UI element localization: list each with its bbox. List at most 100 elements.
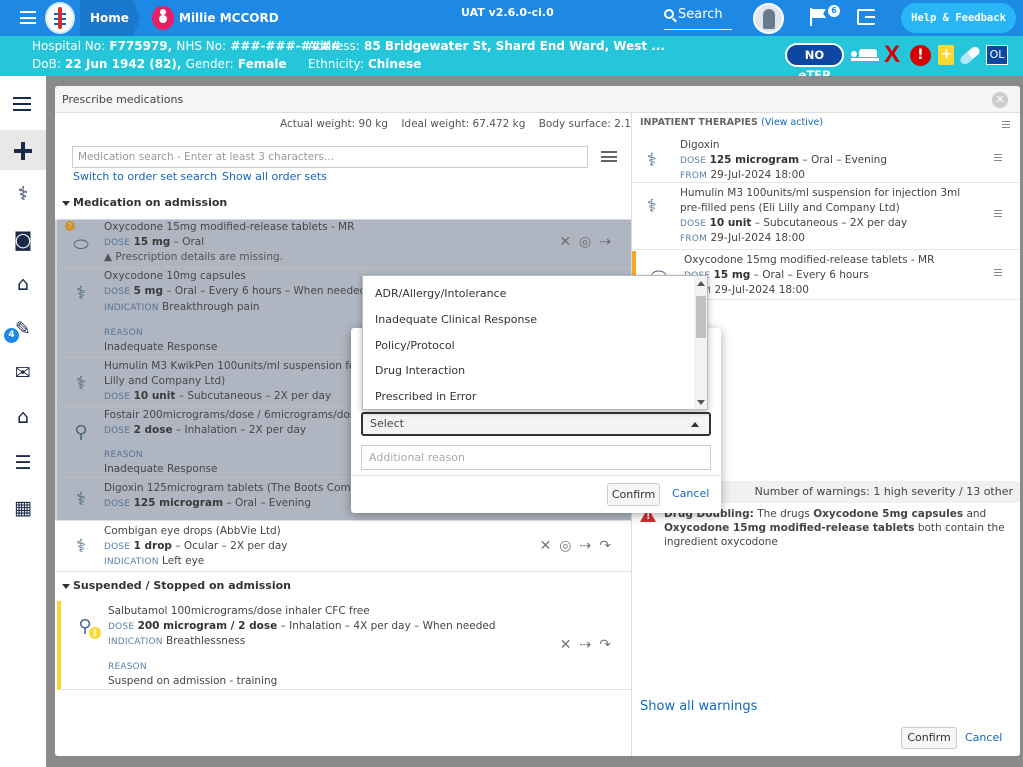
stethoscope-icon[interactable]: ⚕ <box>0 174 46 214</box>
therapy-row[interactable]: ⚕ Digoxin DOSE 125 microgram – Oral – Ev… <box>632 136 1020 183</box>
dialog-cancel-link[interactable]: Cancel <box>672 487 709 500</box>
therapy-name: Digoxin <box>680 139 720 151</box>
additional-reason-input[interactable]: Additional reason <box>361 445 711 470</box>
reason-option[interactable]: Prescribed in Error <box>363 384 693 409</box>
therapy-row[interactable]: ⚕ Humulin M3 100units/ml suspension for … <box>632 184 1020 250</box>
nav-badge: 4 <box>4 328 19 343</box>
patient-name[interactable]: Millie MCCORD <box>179 0 279 36</box>
reason-option[interactable]: Inadequate Clinical Response <box>363 307 693 333</box>
reason-select[interactable]: Select <box>361 412 711 436</box>
view-active-link[interactable]: View active <box>765 117 819 128</box>
plus-icon[interactable] <box>0 130 46 170</box>
therapy-from: 29-Jul-2024 18:00 <box>714 284 809 296</box>
search-label: Search <box>678 7 723 22</box>
help-feedback-button[interactable]: Help & Feedback <box>901 3 1016 33</box>
scroll-thumb[interactable] <box>696 296 706 338</box>
therapy-name: Oxycodone 15mg modified-release tablets … <box>684 254 935 266</box>
reason-option[interactable]: ADR/Allergy/Intolerance <box>363 281 693 307</box>
med-row[interactable]: ⚲ ǁ Salbutamol 100micrograms/dose inhale… <box>57 601 631 690</box>
therapy-menu-icon[interactable] <box>994 210 1002 217</box>
house-medical-icon[interactable]: ⌂ <box>0 264 46 304</box>
actual-weight: 90 kg <box>358 118 388 130</box>
med-dose: 1 drop <box>133 540 172 552</box>
list-icon[interactable] <box>0 85 46 125</box>
therapy-menu-icon[interactable] <box>994 269 1002 276</box>
tray-icon[interactable]: ✉ <box>0 353 46 393</box>
dialog-footer: Confirm Cancel <box>351 475 721 513</box>
hamburger-menu-icon[interactable] <box>20 11 36 24</box>
dialog-confirm-button[interactable]: Confirm <box>607 483 660 506</box>
indication-label: INDICATION <box>108 637 163 647</box>
ethnicity-label: Ethnicity: <box>308 57 364 71</box>
ol-badge[interactable]: OL <box>986 45 1008 65</box>
banner-ethnicity: Ethnicity: Chinese <box>308 57 421 71</box>
caduceus-icon: ⚕ <box>76 536 86 557</box>
dob: 22 Jun 1942 (82), <box>65 57 182 71</box>
therapy-dose: 125 microgram <box>709 154 800 166</box>
pill-icon[interactable] <box>958 44 982 67</box>
bed-icon[interactable] <box>851 47 879 61</box>
med-row[interactable]: ⚕ Combigan eye drops (AbbVie Ltd) DOSE 1… <box>57 521 631 572</box>
body-surface-label: Body surface: <box>538 118 611 130</box>
medication-search-input[interactable]: Medication search - Enter at least 3 cha… <box>72 146 588 168</box>
therapy-from: 29-Jul-2024 18:00 <box>710 169 805 181</box>
warning-and: and <box>966 508 987 520</box>
logout-icon[interactable] <box>857 9 875 25</box>
checklist-icon[interactable]: ☰ <box>0 443 46 483</box>
weights-row: Actual weight: 90 kg Ideal weight: 67.47… <box>280 118 665 130</box>
therapy-route: – Oral – Every 6 hours <box>753 269 869 281</box>
confirm-button[interactable]: Confirm <box>901 727 957 749</box>
from-label: FROM <box>680 171 708 181</box>
pause-icon: ǁ <box>89 627 101 639</box>
switch-order-set-link[interactable]: Switch to order set search <box>73 170 217 183</box>
search-button[interactable]: Search <box>664 2 732 30</box>
show-order-sets-link[interactable]: Show all order sets <box>222 170 327 183</box>
reason-option[interactable]: Policy/Protocol <box>363 333 693 359</box>
dob-label: DoB: <box>32 57 61 71</box>
no-etep-badge[interactable]: NO eTEP <box>785 43 844 82</box>
dose-label: DOSE <box>680 219 707 229</box>
banner-address: Address: 85 Bridgewater St, Shard End Wa… <box>308 39 665 53</box>
cancel-link[interactable]: Cancel <box>965 731 1002 744</box>
med-dose: 200 microgram / 2 dose <box>137 620 278 632</box>
house-person-icon[interactable]: ⌂ <box>0 397 46 437</box>
scroll-down-icon[interactable] <box>697 400 705 405</box>
therapy-menu-icon[interactable] <box>994 154 1002 161</box>
gender-label: Gender: <box>185 57 234 71</box>
section-admission[interactable]: Medication on admission <box>57 193 629 213</box>
dropdown-scrollbar[interactable] <box>694 276 707 409</box>
show-all-warnings-link[interactable]: Show all warnings <box>640 699 757 714</box>
warning-drug1: Oxycodone 5mg capsules <box>813 508 964 520</box>
search-icon <box>664 9 674 19</box>
warning-text1: The drugs <box>757 508 810 520</box>
therapy-from: 29-Jul-2024 18:00 <box>710 232 805 244</box>
inpatient-title: INPATIENT THERAPIES <box>640 117 758 128</box>
building-icon[interactable]: ▦ <box>0 488 46 528</box>
med-route: – Ocular – 2X per day <box>175 540 288 552</box>
home-button[interactable]: Home <box>80 0 140 36</box>
banner-demographics: DoB: 22 Jun 1942 (82), Gender: Female <box>32 57 287 71</box>
row-actions[interactable]: ✕◎⇢↷ <box>540 538 619 554</box>
search-menu-icon[interactable] <box>601 151 617 162</box>
dose-label: DOSE <box>108 622 135 632</box>
user-avatar[interactable] <box>753 3 784 34</box>
reason-option[interactable]: Drug Interaction <box>363 358 693 384</box>
banner-ids: Hospital No: F775979, NHS No: ###-###-##… <box>32 39 341 53</box>
close-icon[interactable]: ✕ <box>992 92 1008 108</box>
therapy-dose: 10 unit <box>709 217 752 229</box>
patient-female-icon <box>152 6 174 30</box>
med-reason: Suspend on admission - training <box>108 675 278 687</box>
camera-icon[interactable]: ◙ <box>0 220 46 260</box>
scroll-up-icon[interactable] <box>697 281 705 286</box>
flag-icon[interactable] <box>810 8 828 26</box>
clipboard-icon[interactable] <box>938 45 954 65</box>
warning-item[interactable]: Drug Doubling: The drugs Oxycodone 5mg c… <box>640 507 1012 549</box>
patient-banner: Hospital No: F775979, NHS No: ###-###-##… <box>0 36 1023 82</box>
cross-alert-icon[interactable]: X <box>884 41 900 69</box>
app-logo-icon[interactable] <box>45 2 75 34</box>
inpatient-menu-icon[interactable] <box>1002 121 1010 128</box>
alert-icon[interactable]: ! <box>910 45 931 66</box>
section-suspended[interactable]: Suspended / Stopped on admission <box>57 576 629 596</box>
caduceus-icon: ⚕ <box>647 150 657 171</box>
row-actions[interactable]: ✕⇢↷ <box>560 637 619 653</box>
